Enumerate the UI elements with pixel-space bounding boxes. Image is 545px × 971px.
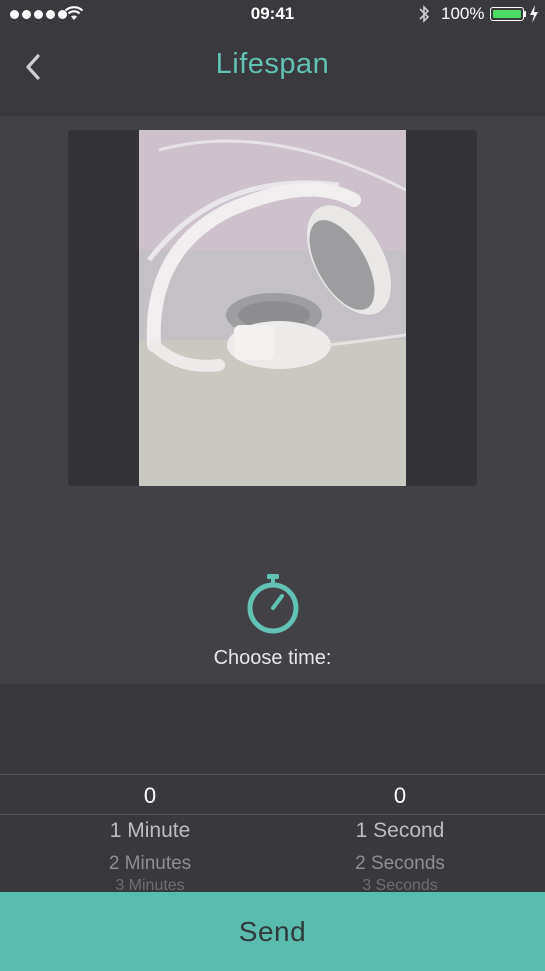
top-bar: 09:41 100% Lifespan <box>0 0 545 116</box>
time-picker[interactable]: 0 1 Minute 2 Minutes 3 Minutes 0 1 Secon… <box>0 684 545 892</box>
choose-time-label: Choose time: <box>213 647 332 669</box>
battery-icon <box>490 7 524 21</box>
photo-preview <box>139 130 407 486</box>
send-button[interactable]: Send <box>0 892 545 971</box>
bluetooth-icon <box>419 5 430 23</box>
image-preview-card <box>68 130 477 486</box>
status-bar: 09:41 100% <box>0 0 545 30</box>
seconds-selected-value[interactable]: 0 <box>255 783 545 809</box>
battery-tip <box>524 11 526 17</box>
seconds-wheel[interactable]: 0 1 Second 2 Seconds 3 Seconds <box>255 684 545 892</box>
headphones-photo <box>139 130 407 486</box>
seconds-option[interactable]: 2 Seconds <box>255 853 545 875</box>
page-title: Lifespan <box>215 48 330 80</box>
seconds-option[interactable]: 3 Seconds <box>255 877 545 892</box>
stopwatch-icon <box>247 574 299 634</box>
seconds-option[interactable]: 1 Second <box>255 819 545 843</box>
battery-percentage: 100% <box>441 4 485 23</box>
charging-bolt-icon <box>530 5 538 23</box>
